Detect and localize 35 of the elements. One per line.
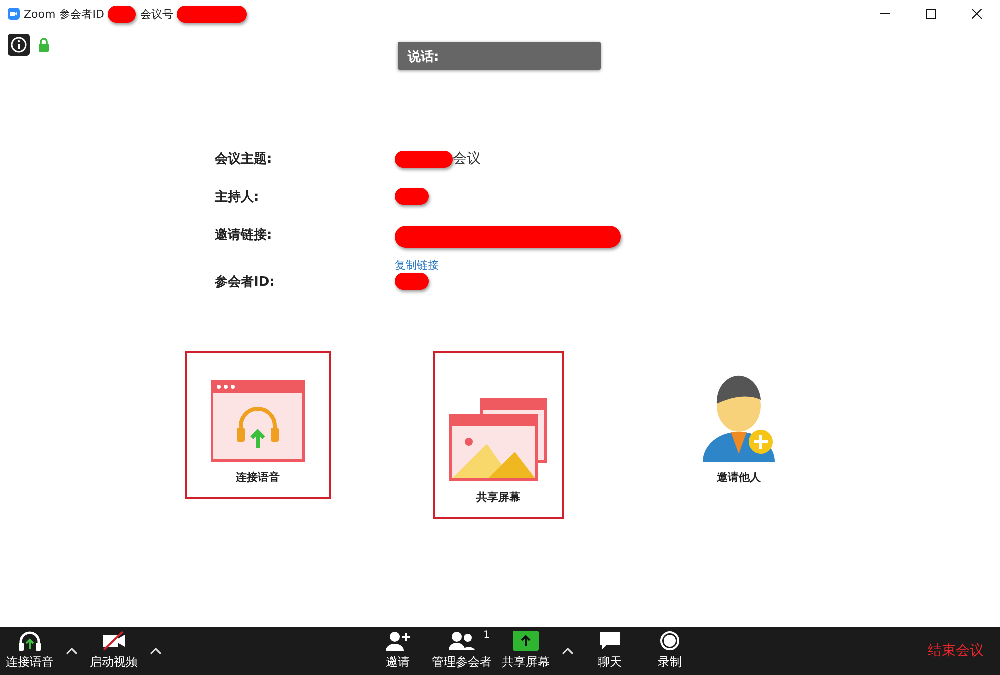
add-person-icon: [386, 631, 410, 651]
record-icon: [659, 631, 681, 651]
count-label: 1: [484, 630, 490, 641]
caret-icon[interactable]: [66, 647, 78, 655]
window-title: 会议号: [140, 6, 174, 22]
speaker-banner: 说话:: [398, 42, 601, 70]
people-icon: [449, 631, 475, 651]
maximize-icon: [926, 9, 936, 19]
info-icon[interactable]: [8, 34, 30, 56]
info-label: 主持人:: [215, 188, 260, 206]
headphones-icon: [18, 631, 42, 651]
action-tile[interactable]: 共享屏幕: [433, 351, 564, 519]
app-logo-icon: [8, 8, 20, 20]
action-tile[interactable]: 连接语音: [185, 351, 331, 499]
toolbar-button[interactable]: 共享屏幕: [496, 627, 556, 675]
info-label: 邀请链接:: [215, 226, 274, 244]
toolbar-button[interactable]: 邀请: [368, 627, 428, 675]
toolbar-button[interactable]: 聊天: [580, 627, 640, 675]
caret-icon[interactable]: [562, 647, 574, 655]
chat-bubble-icon: [598, 631, 622, 651]
camera-off-icon: [102, 631, 126, 651]
end-meeting-button[interactable]: 结束会议: [922, 641, 990, 661]
window-title: Zoom: [24, 8, 56, 20]
toolbar-button[interactable]: 连接语音: [0, 627, 60, 675]
copy-link[interactable]: 复制链接: [395, 258, 1000, 273]
lock-icon[interactable]: [38, 38, 50, 52]
info-value: 会议: [453, 150, 481, 168]
toolbar-button[interactable]: 管理参会者 1: [428, 627, 496, 675]
toolbar-button[interactable]: 录制: [640, 627, 700, 675]
toolbar-button[interactable]: 启动视频: [84, 627, 144, 675]
info-label: 参会者ID:: [215, 274, 276, 291]
window-title: 参会者ID: [60, 6, 104, 22]
caret-icon[interactable]: [150, 647, 162, 655]
info-label: 会议主题:: [215, 150, 274, 168]
close-icon: [972, 9, 982, 19]
